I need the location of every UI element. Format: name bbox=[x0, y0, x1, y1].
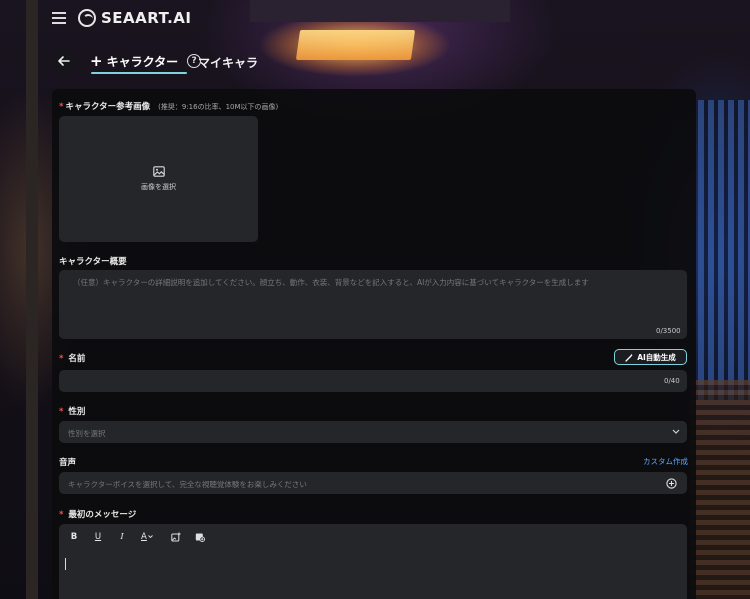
gender-select[interactable]: 性別を選択 bbox=[59, 421, 687, 443]
select-image-text: 画像を選択 bbox=[141, 183, 176, 191]
chevron-down-icon bbox=[672, 429, 680, 434]
image-upload-area[interactable]: 画像を選択 bbox=[59, 116, 258, 242]
overview-textarea[interactable]: （任意）キャラクターの詳細説明を追加してください。顔立ち、動作、衣装、背景などを… bbox=[59, 270, 687, 339]
tab-create-character[interactable]: + キャラクター ? bbox=[90, 52, 202, 70]
required-marker: * bbox=[59, 407, 64, 417]
name-input[interactable]: 0/40 bbox=[59, 370, 687, 392]
magic-wand-icon bbox=[625, 353, 633, 362]
overview-counter: 0/3500 bbox=[656, 327, 681, 335]
tab-bar: + キャラクター ? マイキャラ bbox=[0, 48, 750, 78]
custom-create-link[interactable]: カスタム作成 bbox=[643, 456, 688, 467]
bold-button[interactable]: B bbox=[69, 532, 79, 542]
background-window bbox=[698, 100, 750, 400]
gender-label: * 性別 bbox=[59, 407, 86, 417]
text-cursor bbox=[65, 558, 66, 570]
reference-image-label: * キャラクター参考画像 (推奨：9:16の比率、10M以下の画像) bbox=[59, 102, 279, 112]
insert-image-icon[interactable] bbox=[171, 532, 181, 542]
voice-placeholder: キャラクターボイスを選択して、完全な視聴覚体験をお楽しみください bbox=[68, 480, 307, 489]
italic-button[interactable]: I bbox=[117, 532, 127, 542]
editor-toolbar: B U I A bbox=[69, 532, 205, 542]
ai-generate-label: AI自動生成 bbox=[637, 352, 676, 362]
seaart-logo-icon bbox=[78, 9, 96, 27]
first-message-label: * 最初のメッセージ bbox=[59, 510, 137, 520]
reference-image-hint: (推奨：9:16の比率、10M以下の画像) bbox=[158, 103, 279, 111]
plus-icon: + bbox=[90, 52, 103, 70]
tab-create-label: キャラクター bbox=[106, 54, 179, 69]
image-icon bbox=[152, 166, 165, 177]
chevron-down-icon bbox=[148, 535, 153, 539]
arrow-left-icon bbox=[58, 56, 70, 66]
overview-placeholder: （任意）キャラクターの詳細説明を追加してください。顔立ち、動作、衣装、背景などを… bbox=[73, 278, 589, 287]
gender-placeholder: 性別を選択 bbox=[68, 429, 106, 438]
logo[interactable]: SEAART.AI bbox=[78, 9, 192, 27]
font-color-label: A bbox=[141, 532, 147, 542]
name-counter: 0/40 bbox=[664, 377, 680, 385]
plus-circle-icon[interactable] bbox=[666, 478, 677, 489]
background-floor bbox=[690, 380, 750, 599]
required-marker: * bbox=[59, 354, 64, 364]
ai-generate-button[interactable]: AI自動生成 bbox=[614, 349, 687, 365]
name-label: * 名前 bbox=[59, 354, 86, 364]
underline-button[interactable]: U bbox=[93, 532, 103, 542]
required-marker: * bbox=[59, 510, 64, 520]
active-tab-indicator bbox=[91, 72, 187, 74]
top-bar: SEAART.AI bbox=[0, 0, 750, 40]
voice-label: 音声 bbox=[59, 458, 77, 468]
back-button[interactable] bbox=[51, 48, 77, 74]
hamburger-icon[interactable] bbox=[52, 12, 66, 26]
logo-text: SEAART.AI bbox=[101, 9, 192, 27]
insert-media-icon[interactable] bbox=[195, 532, 205, 542]
tab-my-characters[interactable]: マイキャラ bbox=[198, 54, 258, 71]
first-message-editor[interactable]: B U I A bbox=[59, 524, 687, 599]
background-pole bbox=[26, 0, 38, 599]
voice-select[interactable]: キャラクターボイスを選択して、完全な視聴覚体験をお楽しみください bbox=[59, 472, 687, 494]
overview-label: キャラクター概要 bbox=[59, 257, 127, 267]
required-marker: * bbox=[59, 102, 64, 112]
font-color-button[interactable]: A bbox=[141, 532, 157, 542]
